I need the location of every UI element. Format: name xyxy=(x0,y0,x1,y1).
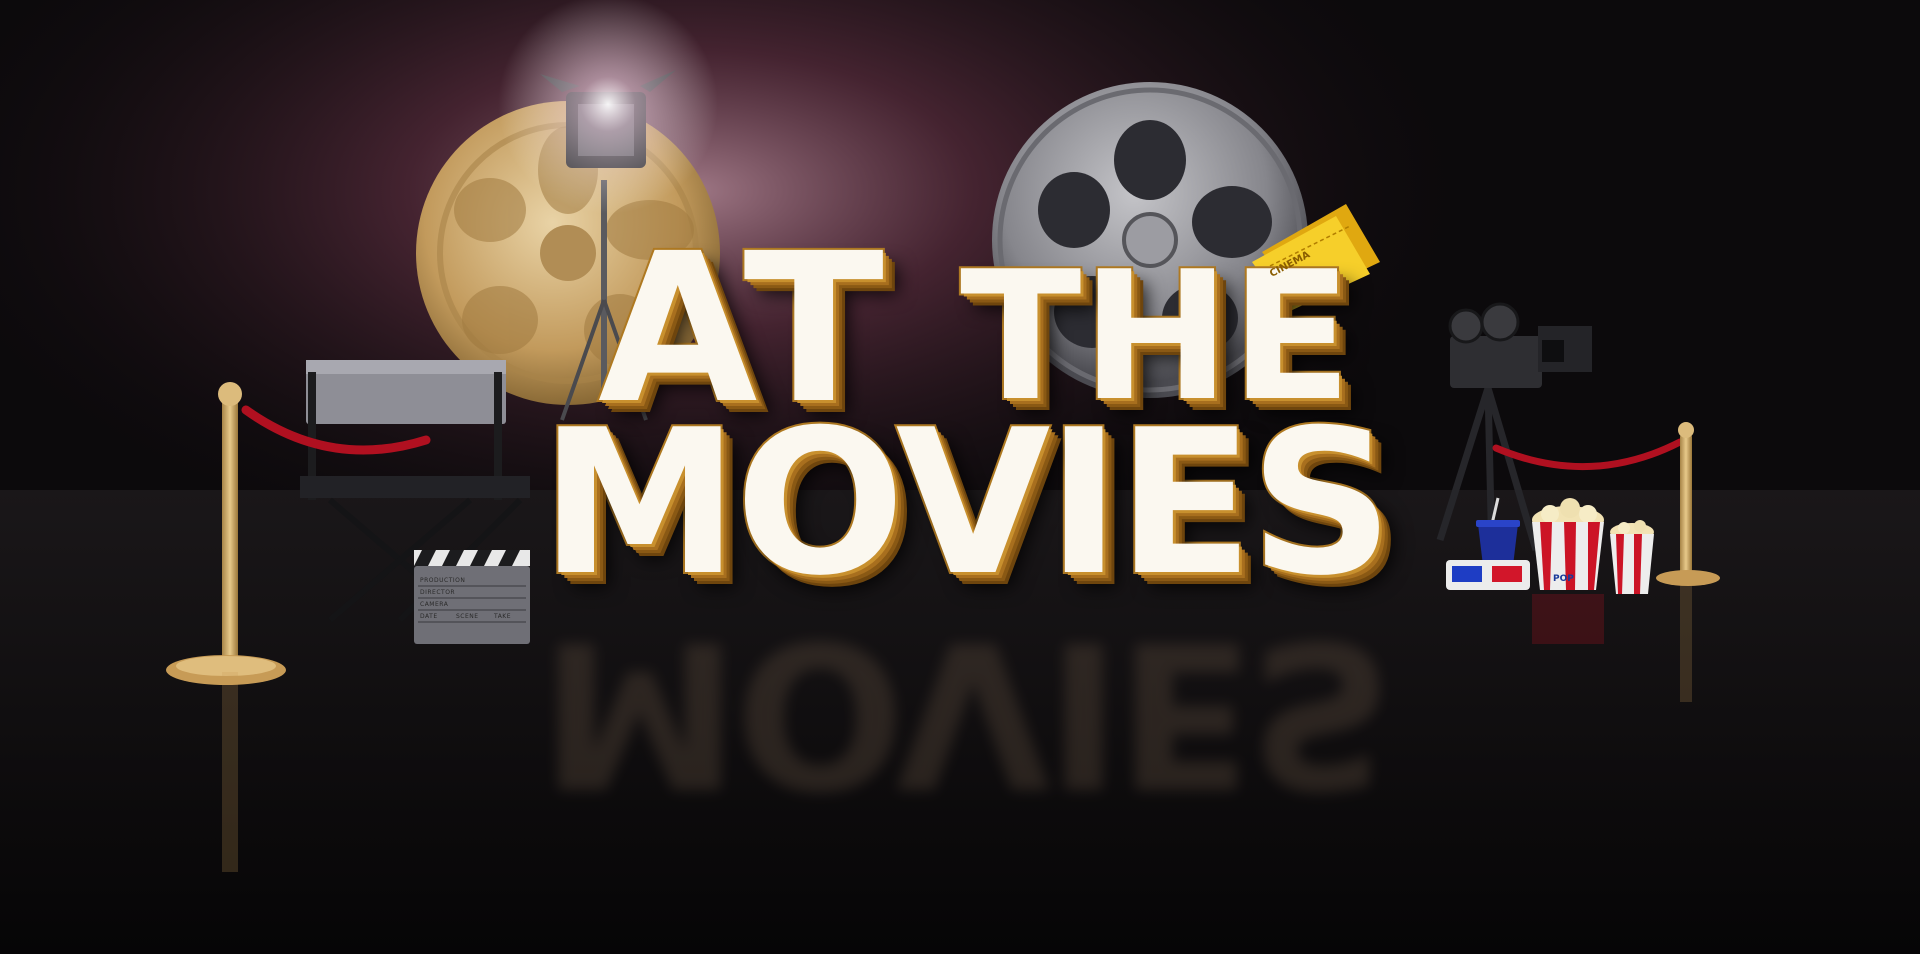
clapper-field-date: DATE xyxy=(420,613,438,620)
clapper-field-scene: SCENE xyxy=(456,613,479,620)
3d-glasses xyxy=(1446,560,1530,590)
clapper-field-camera: CAMERA xyxy=(420,601,449,608)
popcorn-bucket-small xyxy=(1610,520,1654,594)
clapperboard xyxy=(414,550,530,644)
clapper-field-take: TAKE xyxy=(494,613,512,620)
clapper-field-director: DIRECTOR xyxy=(420,589,456,596)
lens-flare xyxy=(498,0,718,214)
title-word-movies: MOVIES xyxy=(538,387,1396,620)
clapper-field-production: PRODUCTION xyxy=(420,577,466,584)
cinema-scene: MOVIES AT THE MOVIES CINEMA PRODUCTION D… xyxy=(0,0,1920,954)
movies-reflection: MOVIES xyxy=(540,596,1390,829)
popcorn-label: POP xyxy=(1553,574,1574,584)
